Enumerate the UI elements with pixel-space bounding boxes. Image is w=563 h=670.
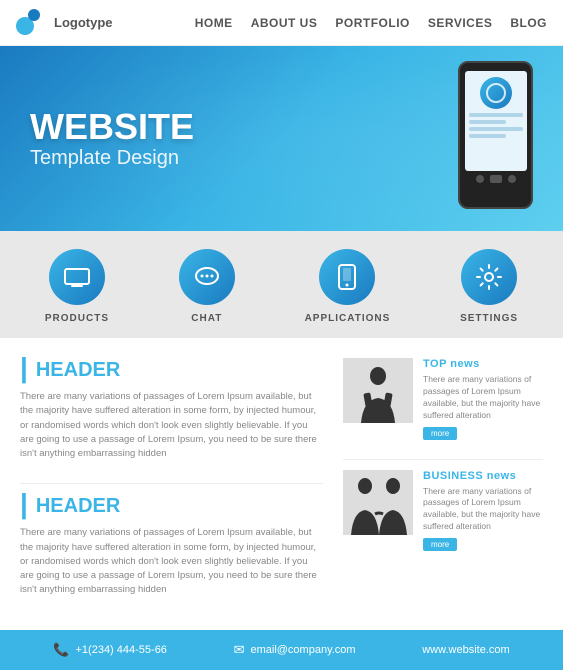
hero-text: WEBSITE Template Design <box>30 107 194 170</box>
navbar: Logotype HOME ABOUT US PORTFOLIO SERVICE… <box>0 0 563 46</box>
phone-icon: 📞 <box>53 642 69 658</box>
section2-header: | HEADER <box>20 494 323 518</box>
phone-line-2 <box>469 120 507 124</box>
phone-line-1 <box>469 113 523 117</box>
content-left: | HEADER There are many variations of pa… <box>20 358 323 620</box>
chat-label: CHAT <box>191 313 222 324</box>
logo-text: Logotype <box>54 15 113 30</box>
nav-portfolio[interactable]: PORTFOLIO <box>335 16 410 30</box>
top-news-image <box>343 358 413 423</box>
email-icon: ✉ <box>234 642 245 658</box>
products-icon <box>49 249 105 305</box>
nav-home[interactable]: HOME <box>195 16 233 30</box>
feature-applications[interactable]: APPLICATIONS <box>305 249 391 324</box>
phone-line-4 <box>469 134 507 138</box>
feature-products[interactable]: PRODUCTS <box>45 249 109 324</box>
phone-line-3 <box>469 127 523 131</box>
phone-content <box>469 113 523 141</box>
footer-email-text: email@company.com <box>250 644 355 656</box>
phone-btn-home <box>490 175 502 183</box>
business-news-image <box>343 470 413 535</box>
footer: 📞 +1(234) 444-55-66 ✉ email@company.com … <box>0 630 563 670</box>
section1-title: HEADER <box>36 358 120 382</box>
section1-header: | HEADER <box>20 358 323 382</box>
business-news-title: BUSINESS news <box>423 470 543 482</box>
features-bar: PRODUCTS CHAT APPLICATIONS SETTINGS <box>0 231 563 338</box>
feature-chat[interactable]: CHAT <box>179 249 235 324</box>
section2-title: HEADER <box>36 494 120 518</box>
phone-screen <box>465 71 527 171</box>
logo: Logotype <box>16 9 113 37</box>
content-section-2: | HEADER There are many variations of pa… <box>20 494 323 597</box>
globe-lines <box>486 83 506 103</box>
nav-blog[interactable]: BLOG <box>510 16 547 30</box>
section2-marker: | <box>20 490 28 518</box>
feature-settings[interactable]: SETTINGS <box>460 249 518 324</box>
section1-text: There are many variations of passages of… <box>20 390 323 461</box>
applications-label: APPLICATIONS <box>305 313 391 324</box>
content-section-1: | HEADER There are many variations of pa… <box>20 358 323 461</box>
phone-globe-icon <box>480 77 512 109</box>
business-news-text: There are many variations of passages of… <box>423 486 543 534</box>
hero-title: WEBSITE <box>30 107 194 147</box>
top-news-title: TOP news <box>423 358 543 370</box>
chat-icon <box>179 249 235 305</box>
phone-buttons <box>476 175 516 183</box>
news-divider <box>343 459 543 460</box>
section1-marker: | <box>20 354 28 382</box>
footer-website: www.website.com <box>422 644 509 656</box>
hero-subtitle: Template Design <box>30 147 194 170</box>
products-label: PRODUCTS <box>45 313 109 324</box>
section2-text: There are many variations of passages of… <box>20 526 323 597</box>
logo-circle-small <box>28 9 40 21</box>
settings-label: SETTINGS <box>460 313 518 324</box>
footer-phone-text: +1(234) 444-55-66 <box>76 644 167 656</box>
content-right: TOP news There are many variations of pa… <box>343 358 543 620</box>
top-news-item: TOP news There are many variations of pa… <box>343 358 543 441</box>
phone-body <box>458 61 533 209</box>
nav-about[interactable]: ABOUT US <box>251 16 318 30</box>
nav-links: HOME ABOUT US PORTFOLIO SERVICES BLOG <box>195 16 547 30</box>
footer-website-text: www.website.com <box>422 644 509 656</box>
nav-services[interactable]: SERVICES <box>428 16 492 30</box>
phone-btn-back <box>476 175 484 183</box>
hero-section: WEBSITE Template Design <box>0 46 563 231</box>
top-news-more-button[interactable]: more <box>423 427 457 440</box>
business-news-content: BUSINESS news There are many variations … <box>423 470 543 553</box>
footer-email: ✉ email@company.com <box>234 642 356 658</box>
section-divider <box>20 483 323 484</box>
hero-phone <box>458 61 533 209</box>
settings-icon <box>461 249 517 305</box>
business-news-more-button[interactable]: more <box>423 538 457 551</box>
top-news-content: TOP news There are many variations of pa… <box>423 358 543 441</box>
logo-icon <box>16 9 46 37</box>
content-area: | HEADER There are many variations of pa… <box>0 338 563 630</box>
phone-btn-menu <box>508 175 516 183</box>
applications-icon <box>319 249 375 305</box>
top-news-text: There are many variations of passages of… <box>423 374 543 422</box>
business-news-item: BUSINESS news There are many variations … <box>343 470 543 553</box>
footer-phone: 📞 +1(234) 444-55-66 <box>53 642 167 658</box>
